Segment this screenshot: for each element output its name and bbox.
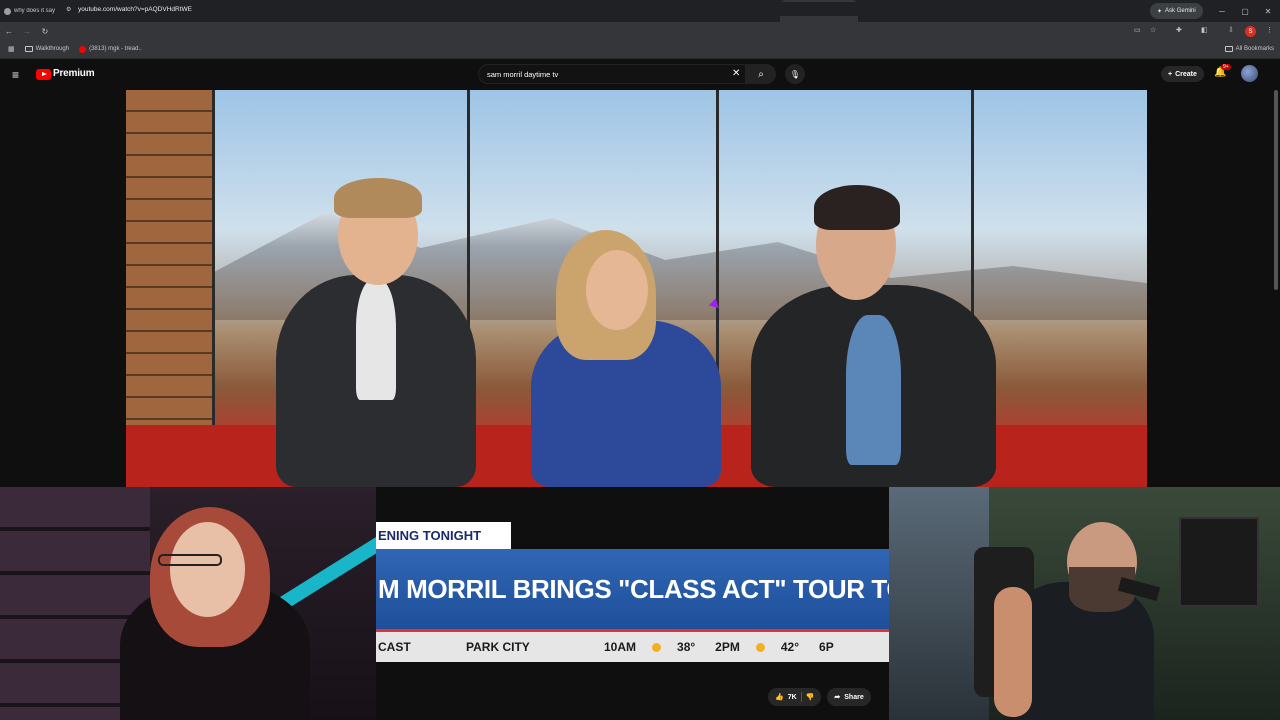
thumbs-up-icon: 👍 <box>775 694 784 701</box>
webcam-right <box>889 487 1280 720</box>
news-lower-third: ENING TONIGHT M MORRIL BRINGS "CLASS ACT… <box>376 522 889 662</box>
create-button[interactable]: + Create <box>1161 66 1204 82</box>
search-icon: ⌕ <box>758 68 764 80</box>
weather-label: CAST <box>378 640 411 654</box>
bookmark-mgk[interactable]: (3813) mgk - tread.. <box>79 45 142 53</box>
download-icon[interactable]: ⇩ <box>1228 26 1234 34</box>
share-icon: ➦ <box>834 694 841 701</box>
lower-third-headline: M MORRIL BRINGS "CLASS ACT" TOUR TO SALT… <box>376 549 889 629</box>
browser-toolbar: ← → ↻ <box>0 22 1280 40</box>
menu-icon[interactable]: ≡ <box>12 68 19 82</box>
close-window-icon[interactable]: ✕ <box>1257 0 1279 22</box>
folder-icon <box>1224 46 1233 52</box>
tab-title: why does it say <box>14 8 56 14</box>
bookmark-star-icon[interactable]: ☆ <box>1150 26 1156 34</box>
ask-gemini-button[interactable]: ✦ Ask Gemini <box>1150 3 1203 19</box>
video-player[interactable] <box>126 90 1147 487</box>
minimize-icon[interactable]: ─ <box>1211 0 1233 22</box>
bookmark-walkthrough[interactable]: Walkthrough <box>24 46 69 52</box>
weather-location: PARK CITY <box>466 640 530 654</box>
search-input[interactable]: sam morril daytime tv <box>478 64 746 84</box>
avatar[interactable] <box>1241 65 1258 82</box>
anchor-shirt <box>356 280 396 400</box>
weather-time: 10AM <box>604 640 637 654</box>
all-bookmarks[interactable]: All Bookmarks <box>1224 46 1274 52</box>
back-icon[interactable]: ← <box>0 27 18 36</box>
sidepanel-icon[interactable]: ◧ <box>1201 26 1208 34</box>
anchor-middle-face <box>586 250 648 330</box>
video-actions: 👍 7K 👎 ➦ Share <box>768 688 871 706</box>
lower-third-tag: ENING TONIGHT <box>376 522 511 549</box>
streamer-left-face <box>170 522 245 617</box>
sun-icon <box>755 642 765 652</box>
voice-search-button[interactable]: 🎙 <box>785 64 805 84</box>
mic-icon: 🎙 <box>789 69 801 79</box>
notification-badge: 9+ <box>1221 64 1231 70</box>
like-dislike-group: 👍 7K 👎 <box>768 688 822 706</box>
page-scrollbar[interactable] <box>1274 90 1278 290</box>
cast-icon[interactable]: ▭ <box>1134 26 1141 34</box>
youtube-logo-icon[interactable] <box>36 69 51 80</box>
chrome-menu-icon[interactable]: ⋮ <box>1266 26 1273 34</box>
forward-icon[interactable]: → <box>18 27 36 36</box>
thumbs-down-icon: 👎 <box>805 694 815 701</box>
extensions-icon[interactable]: ✚ <box>1176 26 1182 34</box>
monitor <box>1179 517 1259 607</box>
webcam-left <box>0 487 376 720</box>
tattooed-arm <box>994 587 1032 717</box>
mic-arm <box>275 536 376 612</box>
glasses-icon <box>158 554 222 566</box>
apps-icon[interactable]: ▦ <box>8 45 15 53</box>
bookmarks-bar: ▦ Walkthrough (3813) mgk - tread.. All B… <box>0 40 1280 59</box>
search-button[interactable]: ⌕ <box>746 64 776 84</box>
weather-time: 2PM <box>715 640 740 654</box>
plus-icon: + <box>1168 70 1173 78</box>
weather-ticker: CAST PARK CITY 10AM 38° 2PM 42° 6P <box>376 632 889 662</box>
weather-temp: 38° <box>677 640 696 654</box>
site-info-icon[interactable]: ⚙ <box>66 6 71 13</box>
dislike-button[interactable]: 👎 <box>806 693 815 701</box>
youtube-logo-text[interactable]: Premium <box>53 68 95 79</box>
guest-tshirt <box>846 315 901 465</box>
share-button[interactable]: ➦ Share <box>827 688 871 706</box>
maximize-icon[interactable]: ▢ <box>1234 0 1256 22</box>
youtube-favicon-icon <box>79 45 87 53</box>
youtube-header: ≡ Premium sam morril daytime tv ✕ ⌕ 🎙 + C… <box>0 59 1280 90</box>
like-button[interactable]: 👍 7K <box>775 693 797 702</box>
anchor-hair <box>334 178 422 218</box>
guest-hair <box>814 185 900 230</box>
url-text: youtube.com/watch?v=pAQDVHdRtWE <box>78 5 192 13</box>
reload-icon[interactable]: ↻ <box>36 27 54 36</box>
sun-icon <box>652 642 662 652</box>
profile-icon[interactable]: S <box>1245 26 1256 37</box>
folder-icon <box>24 46 33 52</box>
tab-favicon-icon <box>4 7 11 15</box>
divider <box>800 692 802 702</box>
weather-time: 6P <box>819 640 834 654</box>
gemini-icon: ✦ <box>1157 8 1163 15</box>
weather-temp: 42° <box>780 640 800 654</box>
address-bar[interactable]: ⚙ youtube.com/watch?v=pAQDVHdRtWE <box>60 2 1125 16</box>
clear-search-icon[interactable]: ✕ <box>732 68 740 79</box>
